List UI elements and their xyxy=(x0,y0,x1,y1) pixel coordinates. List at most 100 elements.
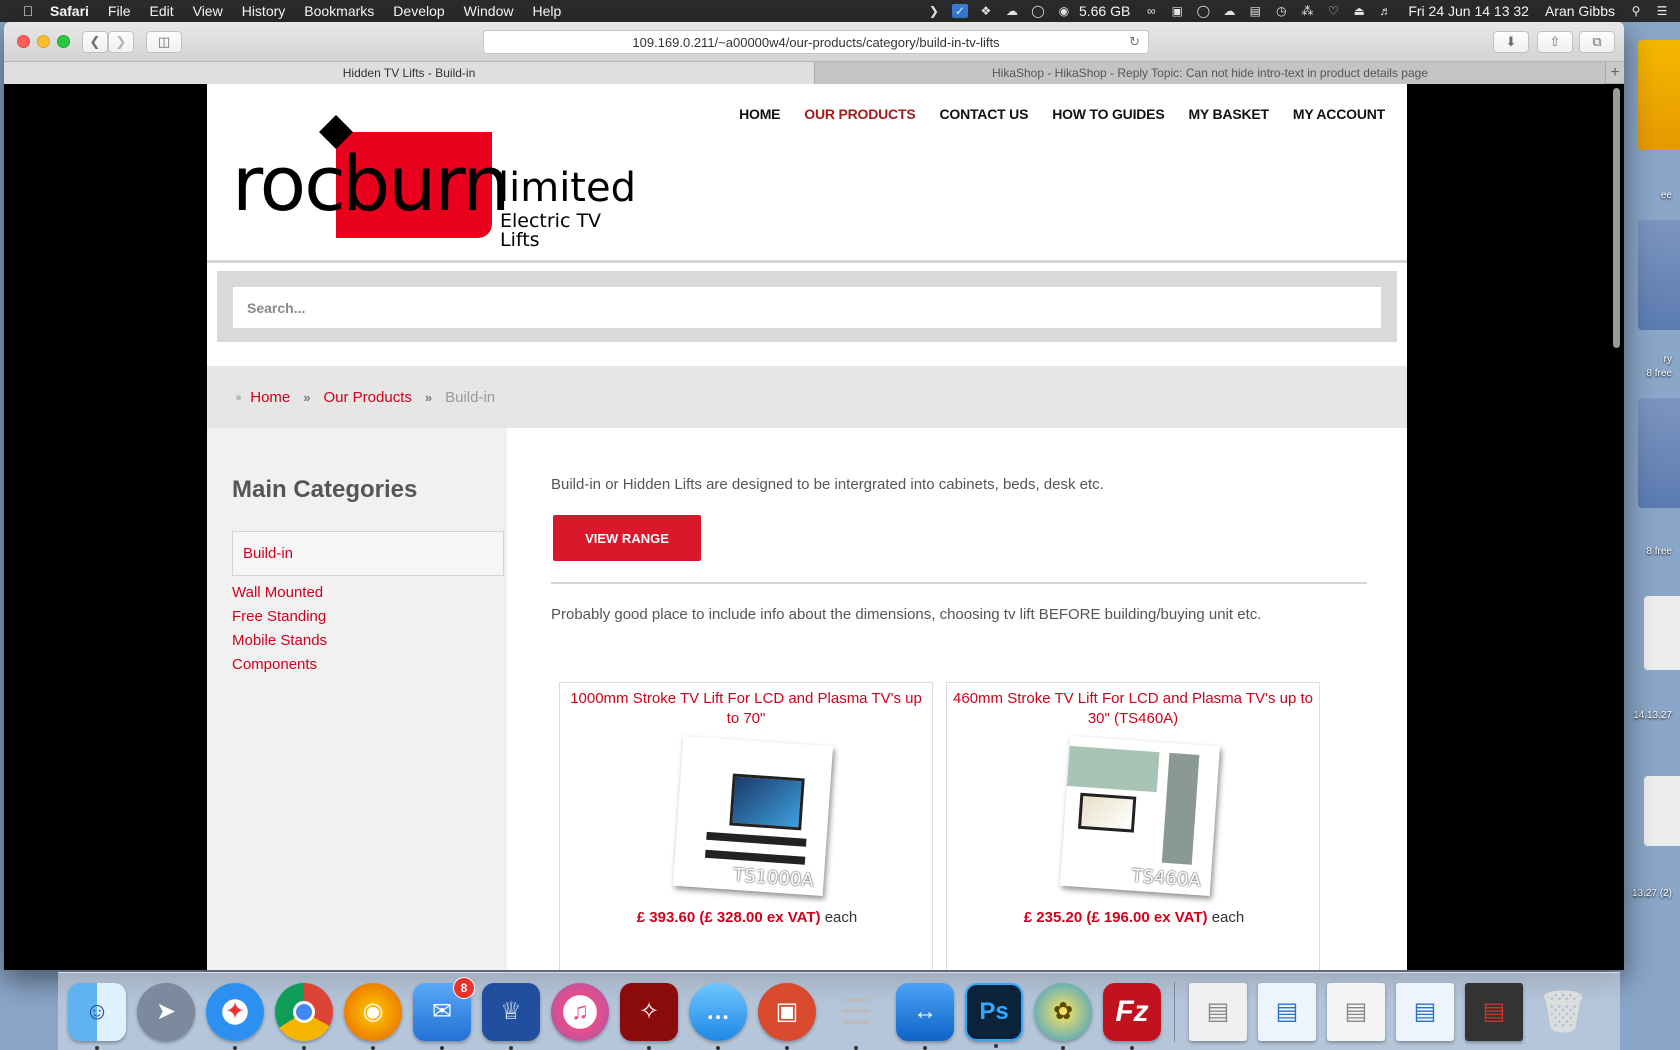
filezilla-icon[interactable]: Fz xyxy=(1103,982,1161,1050)
shield-icon[interactable]: ◯ xyxy=(1195,4,1211,18)
chevron-right-icon[interactable]: ❯ xyxy=(926,4,942,18)
running-indicator xyxy=(509,1045,513,1050)
rocburn-logo[interactable]: roc burn limited Electric TV Lifts xyxy=(232,115,636,250)
menu-develop[interactable]: Develop xyxy=(393,3,444,19)
running-indicator xyxy=(440,1045,444,1050)
running-indicator xyxy=(1061,1045,1065,1050)
firefox-icon[interactable]: ◉ xyxy=(344,982,402,1050)
forward-button[interactable]: ❯ xyxy=(108,31,134,53)
nav-how-to-guides[interactable]: HOW TO GUIDES xyxy=(1052,106,1164,122)
desktop-drive-1[interactable] xyxy=(1638,40,1680,150)
nav-my-account[interactable]: MY ACCOUNT xyxy=(1293,106,1385,122)
nav-contact-us[interactable]: CONTACT US xyxy=(939,106,1028,122)
apple-menu-icon[interactable]:  xyxy=(20,3,36,19)
messages-icon[interactable]: … xyxy=(689,982,747,1050)
coda-icon[interactable]: ✿ xyxy=(1034,982,1092,1050)
dropbox-icon[interactable]: ❖ xyxy=(978,4,994,18)
cloud-icon[interactable]: ☁ xyxy=(1004,4,1020,18)
teamviewer-icon[interactable]: ↔ xyxy=(896,982,954,1050)
minimized-window-3[interactable]: ▤ xyxy=(1327,982,1385,1041)
safari-icon[interactable]: ✦ xyxy=(206,982,264,1050)
desktop-drive-2[interactable] xyxy=(1638,220,1680,330)
check-app-icon[interactable]: ✓ xyxy=(951,4,968,18)
menu-edit[interactable]: Edit xyxy=(149,3,173,19)
time-machine-icon[interactable]: ◷ xyxy=(1273,4,1289,18)
photoshop-icon[interactable]: Ps xyxy=(965,982,1023,1048)
bluetooth-icon[interactable]: ⁂ xyxy=(1299,4,1315,18)
finder-icon[interactable]: ☺ xyxy=(68,982,126,1050)
menu-help[interactable]: Help xyxy=(532,3,561,19)
minimized-window-5[interactable]: ▤ xyxy=(1465,982,1523,1041)
new-tab-button[interactable]: + xyxy=(1605,62,1624,84)
icloud-icon[interactable]: ☁ xyxy=(1221,4,1237,18)
product-title[interactable]: 1000mm Stroke TV Lift For LCD and Plasma… xyxy=(566,689,926,729)
notification-center-icon[interactable]: ☰ xyxy=(1654,4,1670,18)
minimized-window-4[interactable]: ▤ xyxy=(1396,982,1454,1041)
product-image[interactable]: TS460A xyxy=(1059,735,1221,897)
tabs-overview-button[interactable]: ⧉ xyxy=(1579,31,1615,53)
disk-icon[interactable]: ◉ xyxy=(1056,4,1072,18)
eject-icon[interactable]: ⏏ xyxy=(1351,4,1367,18)
search-input[interactable] xyxy=(233,287,1381,328)
minimize-window-button[interactable] xyxy=(37,35,50,48)
category-components[interactable]: Components xyxy=(232,653,327,677)
itunes-icon[interactable]: ♫ xyxy=(551,982,609,1041)
close-window-button[interactable] xyxy=(17,35,30,48)
double-chevron-icon: » xyxy=(303,389,311,405)
desktop-screenshot-2[interactable] xyxy=(1644,776,1680,846)
finder-face-icon: ☺ xyxy=(84,997,110,1025)
tab-hidden-tv-lifts[interactable]: Hidden TV Lifts - Build-in xyxy=(4,62,815,84)
sync-icon[interactable]: ◯ xyxy=(1030,4,1046,18)
clock[interactable]: Fri 24 Jun 14 13 32 xyxy=(1408,3,1529,19)
nav-home[interactable]: HOME xyxy=(739,106,780,122)
running-indicator xyxy=(302,1045,306,1050)
battery-meter-icon[interactable]: ▤ xyxy=(1247,4,1263,18)
breadcrumb-our-products[interactable]: Our Products xyxy=(324,389,412,406)
tab-hikashop[interactable]: HikaShop - HikaShop - Reply Topic: Can n… xyxy=(815,62,1605,84)
menu-view[interactable]: View xyxy=(193,3,223,19)
category-build-in[interactable]: Build-in xyxy=(232,531,504,576)
menu-file[interactable]: File xyxy=(108,3,131,19)
price-amount: £ 235.20 (£ 196.00 ex VAT) xyxy=(1023,909,1208,926)
nav-my-basket[interactable]: MY BASKET xyxy=(1188,106,1269,122)
address-bar[interactable]: 109.169.0.211/~a00000w4/our-products/cat… xyxy=(483,30,1149,54)
volume-icon[interactable]: ♬ xyxy=(1377,4,1393,18)
presentation-app-icon[interactable]: ▣ xyxy=(758,982,816,1050)
sidebar-toggle-button[interactable]: ◫ xyxy=(146,31,182,53)
breadcrumb-home[interactable]: Home xyxy=(250,389,290,406)
back-button[interactable]: ❮ xyxy=(82,31,108,53)
launchpad-icon[interactable]: ➤ xyxy=(137,982,195,1041)
reload-icon[interactable]: ↻ xyxy=(1129,34,1140,50)
downloads-button[interactable]: ⬇ xyxy=(1493,31,1529,53)
product-image[interactable]: TS1000A xyxy=(672,735,834,897)
category-wall-mounted[interactable]: Wall Mounted xyxy=(232,581,327,605)
minimized-window-1[interactable]: ▤ xyxy=(1189,982,1247,1041)
vertical-scrollbar[interactable] xyxy=(1613,88,1620,348)
menu-bookmarks[interactable]: Bookmarks xyxy=(304,3,374,19)
script-app-icon[interactable]: ☰ xyxy=(827,983,885,1050)
mail-icon[interactable]: ✉ 8 xyxy=(413,976,475,1050)
desktop-screenshot-1[interactable] xyxy=(1644,596,1680,670)
category-free-standing[interactable]: Free Standing xyxy=(232,605,327,629)
view-range-button[interactable]: VIEW RANGE xyxy=(553,515,701,561)
nav-our-products[interactable]: OUR PRODUCTS xyxy=(804,106,915,122)
menu-window[interactable]: Window xyxy=(464,3,514,19)
app-icon[interactable]: ▣ xyxy=(1169,4,1185,18)
leaf-icon: ✿ xyxy=(1052,998,1074,1025)
crown-app-icon[interactable]: ♕ xyxy=(482,982,540,1050)
menu-app-name[interactable]: Safari xyxy=(50,3,89,19)
creative-cloud-icon[interactable]: ∞ xyxy=(1143,4,1159,18)
share-button[interactable]: ⇧ xyxy=(1537,31,1573,53)
menu-history[interactable]: History xyxy=(242,3,286,19)
desktop-drive-3[interactable] xyxy=(1638,398,1680,508)
category-mobile-stands[interactable]: Mobile Stands xyxy=(232,629,327,653)
wifi-icon[interactable]: ♡ xyxy=(1325,4,1341,18)
user-name[interactable]: Aran Gibbs xyxy=(1545,3,1615,19)
trash-icon[interactable]: 🗑 xyxy=(1534,983,1592,1041)
zoom-window-button[interactable] xyxy=(57,35,70,48)
spotlight-search-icon[interactable]: ⚲ xyxy=(1628,4,1644,18)
acrobat-icon[interactable]: ✧ xyxy=(620,982,678,1050)
minimized-window-2[interactable]: ▤ xyxy=(1258,982,1316,1041)
chrome-icon[interactable] xyxy=(275,982,333,1050)
product-title[interactable]: 460mm Stroke TV Lift For LCD and Plasma … xyxy=(953,689,1313,729)
